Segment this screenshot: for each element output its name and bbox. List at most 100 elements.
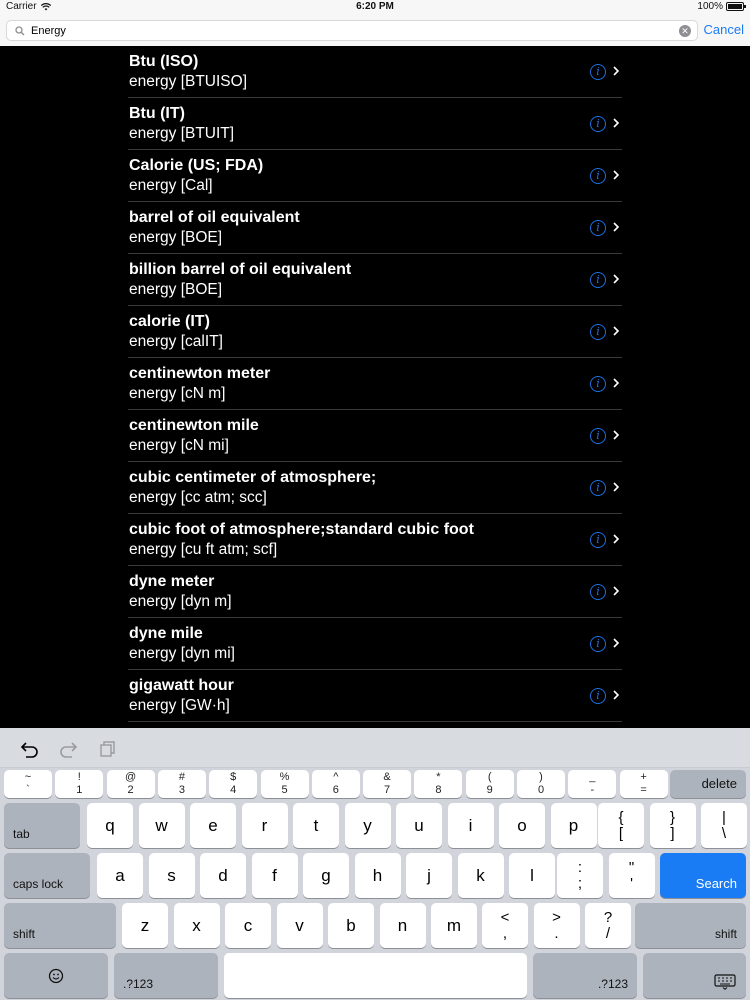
chevron-right-icon [613,378,620,388]
chevron-right-icon [613,170,620,180]
number-key[interactable]: ~ ` [4,770,52,798]
key-shift-char: * [436,771,441,783]
number-key[interactable]: * 8 [414,770,463,798]
result-row[interactable]: dyne mile energy [dyn mi] i [128,618,622,670]
result-row[interactable]: centinewton mile energy [cN mi] i [128,410,622,462]
symbol-key[interactable]: {[ [598,803,644,848]
result-row[interactable]: cubic foot of atmosphere;standard cubic … [128,514,622,566]
number-key[interactable]: & 7 [363,770,412,798]
space-key[interactable] [224,953,527,998]
letter-key[interactable]: h [354,853,401,898]
info-icon[interactable]: i [590,64,606,80]
tab-key[interactable]: tab [4,803,80,848]
letter-key[interactable]: a [97,853,143,898]
letter-key[interactable]: z [122,903,168,948]
info-icon[interactable]: i [590,480,606,496]
info-icon[interactable]: i [590,584,606,600]
letter-key[interactable]: n [379,903,426,948]
letter-key[interactable]: v [276,903,323,948]
result-row[interactable]: gigawatt hour energy [GW·h] i [128,670,622,722]
letter-key[interactable]: m [431,903,477,948]
letter-key[interactable]: e [190,803,236,848]
delete-key[interactable]: delete [670,770,746,798]
symbol-key[interactable]: <, [482,903,528,948]
undo-icon[interactable] [20,740,40,758]
key-shift-char: ~ [24,771,32,783]
letter-key[interactable]: i [447,803,494,848]
caps-lock-key[interactable]: caps lock [4,853,90,898]
letter-key[interactable]: u [396,803,442,848]
info-icon[interactable]: i [590,688,606,704]
hide-keyboard-key[interactable] [643,953,746,998]
result-row[interactable]: barrel of oil equivalent energy [BOE] i [128,202,622,254]
info-icon[interactable]: i [590,116,606,132]
number-key[interactable]: % 5 [260,770,309,798]
number-key[interactable]: ) 0 [517,770,565,798]
result-row[interactable]: dyne meter energy [dyn m] i [128,566,622,618]
info-icon[interactable]: i [590,428,606,444]
result-row[interactable]: Btu (ISO) energy [BTUISO] i [128,46,622,98]
key-base-char: 7 [384,784,391,796]
letter-key[interactable]: t [293,803,339,848]
search-input[interactable] [29,24,679,37]
number-key[interactable]: ^ 6 [311,770,360,798]
letter-key[interactable]: o [499,803,545,848]
letter-key[interactable]: x [173,903,220,948]
letter-key[interactable]: f [251,853,298,898]
symbol-key[interactable]: ? / [585,903,631,948]
letter-key[interactable]: g [303,853,349,898]
letter-key[interactable]: k [457,853,504,898]
letter-key[interactable]: d [200,853,246,898]
letter-key[interactable]: l [509,853,555,898]
numbers-key-right[interactable]: .?123 [533,953,637,998]
emoji-key[interactable] [4,953,108,998]
result-row[interactable]: Btu (IT) energy [BTUIT] i [128,98,622,150]
info-icon[interactable]: i [590,324,606,340]
results-list[interactable]: Btu (ISO) energy [BTUISO] i Btu (IT) energy … [0,46,750,728]
info-icon[interactable]: i [590,636,606,652]
number-key[interactable]: + = [619,770,668,798]
right-shift-key[interactable]: shift [635,903,746,948]
letter-key[interactable]: r [241,803,288,848]
letter-key[interactable]: q [87,803,133,848]
keyboard: ~ `! 1 @2 #3 $4% 5 ^ 6 & 7 * 8(9) 0 _ - + = delete tab q w e r t… [0,728,750,1000]
paste-icon[interactable] [98,740,118,758]
number-key[interactable]: ! 1 [55,770,104,798]
symbol-key[interactable]: >. [533,903,580,948]
result-row[interactable]: centinewton meter energy [cN m] i [128,358,622,410]
info-icon[interactable]: i [590,168,606,184]
info-icon[interactable]: i [590,532,606,548]
letter-key[interactable]: s [148,853,195,898]
letter-key[interactable]: c [225,903,271,948]
redo-icon[interactable] [58,740,78,758]
numbers-key-left[interactable]: .?123 [114,953,218,998]
cancel-button[interactable]: Cancel [704,22,744,37]
number-key[interactable]: $4 [209,770,258,798]
letter-key[interactable]: j [406,853,452,898]
number-key[interactable]: _ - [568,770,617,798]
search-field[interactable]: ✕ [6,20,698,41]
result-row[interactable]: Calorie (US; FDA) energy [Cal] i [128,150,622,202]
letter-key[interactable]: b [328,903,374,948]
info-icon[interactable]: i [590,272,606,288]
result-row[interactable]: cubic centimeter of atmosphere; energy [c… [128,462,622,514]
letter-key[interactable]: w [138,803,185,848]
number-key[interactable]: @2 [106,770,155,798]
clear-search-icon[interactable]: ✕ [679,24,691,37]
left-shift-key[interactable]: shift [4,903,116,948]
number-key[interactable]: #3 [157,770,206,798]
symbol-key[interactable]: " ' [608,853,655,898]
key-base-char: ; [577,874,583,892]
key-shift-char: ) [539,771,543,783]
symbol-key[interactable]: :; [557,853,603,898]
symbol-key[interactable]: | \ [701,803,747,848]
result-row[interactable]: calorie (IT) energy [calIT] i [128,306,622,358]
info-icon[interactable]: i [590,376,606,392]
letter-key[interactable]: y [344,803,391,848]
info-icon[interactable]: i [590,220,606,236]
result-row[interactable]: billion barrel of oil equivalent energy [… [128,254,622,306]
number-key[interactable]: (9 [465,770,514,798]
letter-key[interactable]: p [550,803,597,848]
search-key[interactable]: Search [660,853,746,898]
symbol-key[interactable]: }] [649,803,696,848]
